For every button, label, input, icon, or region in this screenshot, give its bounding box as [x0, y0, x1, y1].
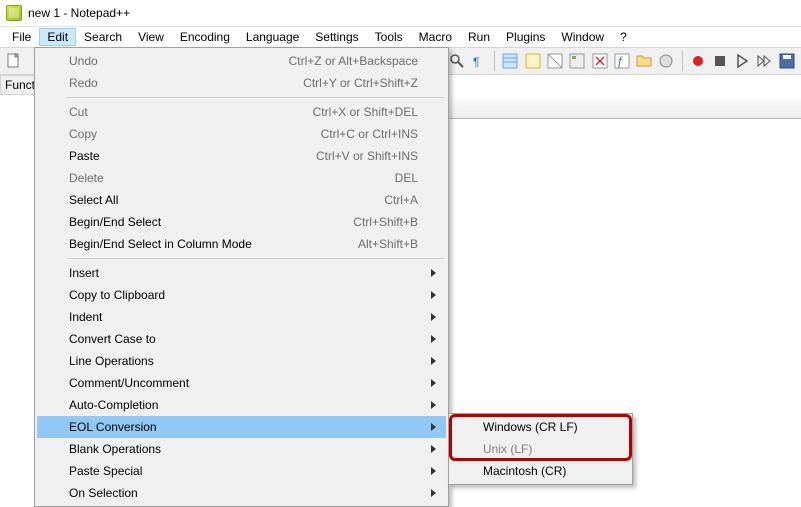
function-list-icon[interactable]: ƒ [612, 50, 632, 72]
edit-indent[interactable]: Indent [37, 306, 446, 328]
eol-submenu: Windows (CR LF) Unix (LF) Macintosh (CR) [448, 413, 633, 485]
titlebar: new 1 - Notepad++ [0, 0, 801, 27]
window-title: new 1 - Notepad++ [28, 6, 130, 20]
svg-text:ƒ: ƒ [617, 54, 624, 68]
menu-tools[interactable]: Tools [367, 28, 411, 46]
indent-guide-icon[interactable] [500, 50, 520, 72]
menu-window[interactable]: Window [553, 28, 612, 46]
submenu-arrow-icon [431, 401, 436, 409]
zoom-in-icon[interactable] [447, 50, 467, 72]
edit-eol-conversion[interactable]: EOL Conversion [37, 416, 446, 438]
submenu-arrow-icon [431, 269, 436, 277]
new-file-icon[interactable] [4, 50, 24, 72]
edit-undo[interactable]: UndoCtrl+Z or Alt+Backspace [37, 50, 446, 72]
menu-search[interactable]: Search [76, 28, 130, 46]
edit-begin-end-select[interactable]: Begin/End SelectCtrl+Shift+B [37, 211, 446, 233]
submenu-arrow-icon [431, 379, 436, 387]
menu-macro[interactable]: Macro [411, 28, 460, 46]
edit-redo[interactable]: RedoCtrl+Y or Ctrl+Shift+Z [37, 72, 446, 94]
folder-icon[interactable] [634, 50, 654, 72]
submenu-arrow-icon [431, 423, 436, 431]
submenu-arrow-icon [431, 357, 436, 365]
menu-view[interactable]: View [130, 28, 172, 46]
submenu-arrow-icon [431, 489, 436, 497]
menu-separator [67, 258, 444, 259]
menu-file[interactable]: File [4, 28, 39, 46]
edit-select-all[interactable]: Select AllCtrl+A [37, 189, 446, 211]
save-macro-icon[interactable] [777, 50, 797, 72]
menu-plugins[interactable]: Plugins [498, 28, 553, 46]
edit-paste[interactable]: PasteCtrl+V or Shift+INS [37, 145, 446, 167]
menu-run[interactable]: Run [460, 28, 498, 46]
user-define-icon[interactable] [545, 50, 565, 72]
edit-auto-completion[interactable]: Auto-Completion [37, 394, 446, 416]
edit-comment[interactable]: Comment/Uncomment [37, 372, 446, 394]
fast-forward-icon[interactable] [754, 50, 774, 72]
edit-cut[interactable]: CutCtrl+X or Shift+DEL [37, 101, 446, 123]
edit-on-selection[interactable]: On Selection [37, 482, 446, 504]
svg-text:¶: ¶ [473, 55, 479, 69]
menubar: File Edit Search View Encoding Language … [0, 27, 801, 47]
edit-blank-operations[interactable]: Blank Operations [37, 438, 446, 460]
toolbar-separator [682, 51, 683, 71]
eol-windows[interactable]: Windows (CR LF) [451, 416, 630, 438]
monitor-icon[interactable] [656, 50, 676, 72]
menu-help[interactable]: ? [612, 28, 635, 46]
record-icon[interactable] [687, 50, 707, 72]
edit-delete[interactable]: DeleteDEL [37, 167, 446, 189]
doc-list-icon[interactable] [589, 50, 609, 72]
edit-copy-clipboard[interactable]: Copy to Clipboard [37, 284, 446, 306]
eol-macintosh[interactable]: Macintosh (CR) [451, 460, 630, 482]
submenu-arrow-icon [431, 313, 436, 321]
doc-map-icon[interactable] [567, 50, 587, 72]
toolbar-separator [494, 51, 495, 71]
edit-paste-special[interactable]: Paste Special [37, 460, 446, 482]
submenu-arrow-icon [431, 445, 436, 453]
menu-encoding[interactable]: Encoding [172, 28, 238, 46]
word-wrap-icon[interactable] [523, 50, 543, 72]
menu-language[interactable]: Language [238, 28, 307, 46]
edit-line-operations[interactable]: Line Operations [37, 350, 446, 372]
menu-separator [67, 97, 444, 98]
edit-begin-end-column[interactable]: Begin/End Select in Column ModeAlt+Shift… [37, 233, 446, 255]
edit-insert[interactable]: Insert [37, 262, 446, 284]
submenu-arrow-icon [431, 467, 436, 475]
edit-convert-case[interactable]: Convert Case to [37, 328, 446, 350]
stop-icon[interactable] [710, 50, 730, 72]
menu-settings[interactable]: Settings [307, 28, 366, 46]
edit-dropdown: UndoCtrl+Z or Alt+Backspace RedoCtrl+Y o… [34, 47, 449, 507]
edit-copy[interactable]: CopyCtrl+C or Ctrl+INS [37, 123, 446, 145]
submenu-arrow-icon [431, 335, 436, 343]
submenu-arrow-icon [431, 291, 436, 299]
pilcrow-icon[interactable]: ¶ [469, 50, 489, 72]
play-icon[interactable] [732, 50, 752, 72]
app-icon [6, 5, 22, 21]
eol-unix[interactable]: Unix (LF) [451, 438, 630, 460]
menu-edit[interactable]: Edit [39, 28, 76, 46]
